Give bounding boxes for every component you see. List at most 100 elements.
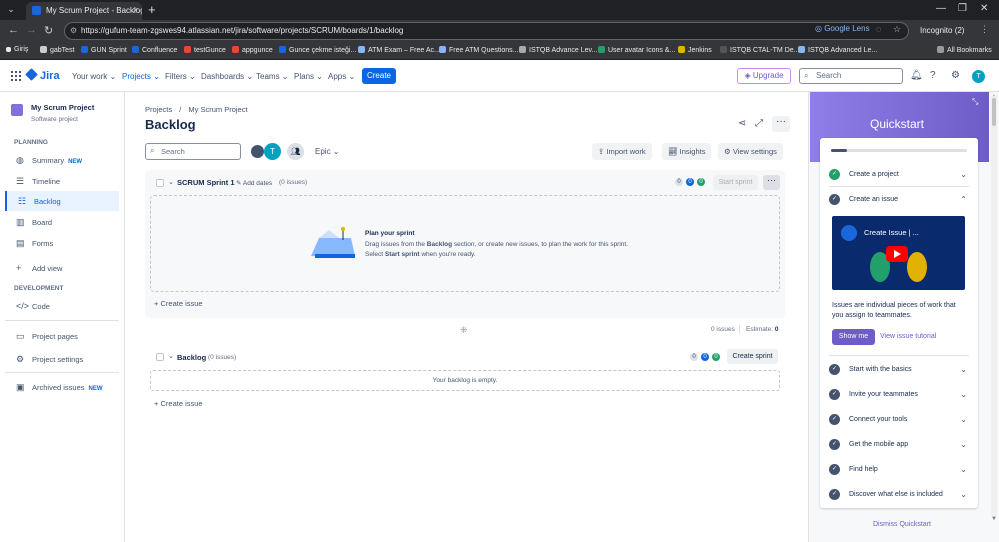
qs-item-basics[interactable]: ✓ Start with the basics ⌄ [829, 364, 969, 378]
import-work-button[interactable]: ⇪ Import work [592, 143, 652, 160]
dismiss-quickstart-link[interactable]: Dismiss Quickstart [873, 521, 931, 528]
nav-your-work[interactable]: Your work ⌄ [72, 72, 116, 81]
show-me-button[interactable]: Show me [832, 329, 875, 345]
sprint-name[interactable]: SCRUM Sprint 1 [177, 178, 235, 187]
user-avatar[interactable]: T [972, 70, 985, 83]
incognito-indicator[interactable]: Incognito (2) [920, 22, 970, 40]
view-settings-button[interactable]: ⚙ View settings [718, 143, 783, 160]
nav-teams[interactable]: Teams ⌄ [256, 72, 289, 81]
nav-apps[interactable]: Apps ⌄ [328, 72, 355, 81]
bookmark-item[interactable]: ATM Exam – Free Ac... [358, 46, 440, 54]
scroll-down-icon[interactable]: ▼ [991, 516, 997, 522]
breadcrumb-projects[interactable]: Projects [145, 105, 172, 114]
bookmark-item[interactable]: Confluence [132, 46, 177, 54]
tab-search-icon[interactable]: ⌄ [4, 4, 18, 16]
sidebar-item-summary[interactable]: ◍ Summary NEW [5, 150, 119, 170]
breadcrumb-project[interactable]: My Scrum Project [188, 105, 247, 114]
qs-item-create-project[interactable]: ✓ Create a project ⌄ [829, 169, 969, 183]
sprint-checkbox[interactable] [156, 179, 164, 187]
insights-button[interactable]: 📈︎ Insights [662, 143, 712, 160]
star-icon[interactable]: ☆ [893, 24, 901, 35]
sidebar-item-forms[interactable]: ▤ Forms [5, 233, 119, 253]
nav-dashboards[interactable]: Dashboards ⌄ [201, 72, 253, 81]
maximize-icon[interactable]: ❐ [958, 3, 967, 14]
bookmark-item[interactable]: User avatar Icons &... [598, 46, 675, 54]
sidebar-item-project-settings[interactable]: ⚙ Project settings [5, 349, 119, 369]
browser-menu-icon[interactable]: ⋮ [980, 24, 989, 35]
epic-filter[interactable]: Epic ⌄ [315, 147, 340, 156]
start-sprint-button[interactable]: Start sprint [713, 175, 758, 190]
upgrade-button[interactable]: ◈ Upgrade [737, 68, 791, 84]
bookmark-item[interactable]: ISTQB Advance Lev... [519, 46, 597, 54]
qs-item-discover[interactable]: ✓ Discover what else is included ⌄ [829, 489, 969, 503]
sidebar-item-project-pages[interactable]: ▭ Project pages [5, 326, 119, 346]
nav-projects[interactable]: Projects ⌄ [122, 72, 160, 81]
sidebar-add-view[interactable]: + Add view [5, 258, 119, 278]
notifications-icon[interactable]: 🔔︎ [910, 70, 923, 81]
play-icon[interactable] [886, 246, 908, 262]
chevron-down-icon[interactable]: ⌄ [168, 352, 174, 360]
chevron-down-icon[interactable]: ⌄ [168, 178, 174, 186]
quickstart-scrollbar[interactable] [991, 96, 997, 516]
bookmark-item[interactable]: appgunce [232, 46, 273, 54]
tutorial-video[interactable]: Create Issue | ... [832, 216, 965, 290]
nav-plans[interactable]: Plans ⌄ [294, 72, 323, 81]
user-avatar-filter[interactable]: T [264, 143, 281, 160]
all-bookmarks[interactable]: All Bookmarks [937, 46, 992, 54]
qs-item-create-issue[interactable]: ✓ Create an issue ⌃ [829, 194, 969, 208]
top-search-input[interactable]: ⌕ Search [799, 68, 903, 84]
sidebar-item-code[interactable]: </> Code [5, 296, 119, 316]
window-close-icon[interactable]: ✕ [980, 3, 988, 14]
fullscreen-icon[interactable]: ⤢ [755, 118, 763, 129]
bookmark-item[interactable]: testGunce [184, 46, 226, 54]
sidebar-item-backlog[interactable]: ☷ Backlog [5, 191, 119, 211]
qs-item-invite[interactable]: ✓ Invite your teammates ⌄ [829, 389, 969, 403]
add-people-icon[interactable]: 👥︎ [287, 143, 304, 160]
site-info-icon[interactable]: ⚙ [70, 26, 77, 35]
scrollbar-thumb[interactable] [992, 98, 996, 126]
settings-gear-icon[interactable]: ⚙ [951, 70, 960, 81]
backlog-search-input[interactable]: ⌕ Search [145, 143, 241, 160]
jira-logo[interactable]: Jira [25, 68, 60, 82]
sidebar-item-timeline[interactable]: ☰ Timeline [5, 171, 119, 191]
bookmark-item[interactable]: Jenkins [678, 46, 712, 54]
bookmark-item[interactable]: ISTQB CTAL-TM De... [720, 46, 800, 54]
nav-filters[interactable]: Filters ⌄ [165, 72, 196, 81]
bookmark-item[interactable]: Gunce çekme isteği... [279, 46, 356, 54]
qs-item-mobile[interactable]: ✓ Get the mobile app ⌄ [829, 439, 969, 453]
view-tutorial-link[interactable]: View issue tutorial [880, 333, 936, 340]
bookmark-item[interactable]: Free ATM Questions... [439, 46, 519, 54]
bookmark-item[interactable]: gabTest [40, 46, 75, 54]
bookmark-item[interactable]: ISTQB Advanced Le... [798, 46, 877, 54]
eye-off-icon[interactable]: ◌ [876, 24, 881, 34]
reload-icon[interactable]: ↻ [44, 24, 53, 37]
create-button[interactable]: Create [362, 68, 396, 84]
add-dates-button[interactable]: ✎ Add dates [236, 179, 272, 187]
collapse-icon[interactable]: ⤡ [972, 97, 978, 107]
create-sprint-button[interactable]: Create sprint [727, 349, 778, 364]
backlog-checkbox[interactable] [156, 353, 164, 361]
help-icon[interactable]: ? [930, 70, 936, 81]
sidebar-item-archived-issues[interactable]: ▣ Archived issues NEW [5, 377, 119, 397]
bookmark-item[interactable]: GUN Sprint [81, 46, 127, 54]
address-bar[interactable]: ⚙ https://gufum-team-zgswes94.atlassian.… [64, 22, 909, 40]
sprint-more-icon[interactable]: ··· [763, 175, 780, 190]
back-icon[interactable]: ← [8, 24, 19, 36]
new-tab-icon[interactable]: + [148, 2, 156, 17]
backlog-name[interactable]: Backlog [177, 353, 206, 362]
forward-icon[interactable]: → [26, 24, 37, 36]
qs-item-connect[interactable]: ✓ Connect your tools ⌄ [829, 414, 969, 428]
project-name[interactable]: My Scrum Project [31, 103, 94, 112]
app-switcher-icon[interactable] [11, 71, 21, 81]
backlog-create-issue[interactable]: + Create issue [154, 399, 203, 408]
sprint-create-issue[interactable]: + Create issue [154, 299, 203, 308]
more-actions-icon[interactable]: ··· [772, 116, 790, 132]
google-lens-button[interactable]: ◎ Google Lens [815, 24, 870, 33]
sidebar-item-board[interactable]: ▥ Board [5, 212, 119, 232]
drag-handle-icon[interactable]: ⁜ [460, 325, 469, 335]
tab-close-icon[interactable]: × [133, 5, 138, 15]
minimize-icon[interactable]: — [936, 3, 946, 14]
browser-tab[interactable]: My Scrum Project - Backlog - Ji × [26, 2, 142, 20]
bookmark-item[interactable]: Giriş [6, 46, 28, 53]
share-icon[interactable]: ⋖ [738, 118, 746, 129]
